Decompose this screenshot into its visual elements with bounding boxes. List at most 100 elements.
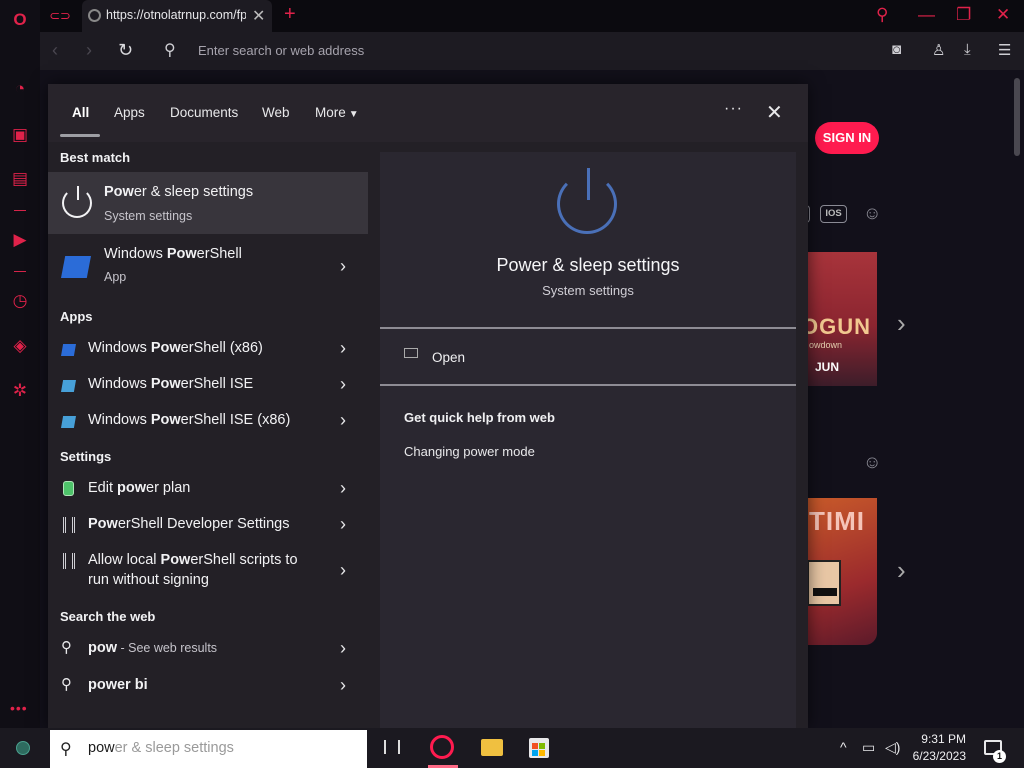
chevron-right-icon[interactable]: › <box>340 478 346 499</box>
opera-logo-icon[interactable]: O <box>9 9 31 31</box>
game-card[interactable]: OGUN owdown JUN <box>807 252 877 386</box>
powershell-icon <box>61 256 91 278</box>
restore-icon[interactable]: ❐ <box>956 5 971 25</box>
chevron-right-icon[interactable]: › <box>340 560 346 581</box>
taskbar-search-box[interactable]: ⚲ power & sleep settings <box>50 730 367 768</box>
carousel-next-icon[interactable]: › <box>897 308 906 339</box>
download-icon[interactable]: ⤓ <box>964 41 971 58</box>
more-icon[interactable]: ••• <box>10 700 28 716</box>
game-card-title: OGUN <box>807 314 871 339</box>
result-title: Windows PowerShell (x86) <box>88 340 263 356</box>
page-scrollbar[interactable] <box>1014 78 1020 156</box>
network-icon[interactable]: ▭ <box>862 739 875 756</box>
close-icon[interactable]: ✕ <box>766 100 783 125</box>
history-icon[interactable]: ◷ <box>9 290 31 312</box>
result-app[interactable]: Windows PowerShell (x86) › <box>48 332 368 366</box>
result-web[interactable]: ⚲ power bi › <box>48 669 368 703</box>
player-icon[interactable]: ▶ <box>9 229 31 251</box>
caret-down-icon: ▼ <box>348 109 359 120</box>
opera-sidebar: O ◔ ▣ ▤ ▶ ◷ ◈ ✲ ••• <box>0 0 40 728</box>
start-icon[interactable] <box>16 741 30 755</box>
sidebar-separator <box>14 210 26 211</box>
search-query[interactable]: power & sleep settings <box>88 740 234 756</box>
section-best-match: Best match <box>60 150 131 165</box>
powershell-ise-icon <box>61 380 76 392</box>
chevron-right-icon[interactable]: › <box>340 256 346 277</box>
game-card[interactable]: TIMI <box>807 498 877 645</box>
windows-search-panel: All Apps Documents Web More ▼ ··· ✕ Best … <box>48 84 808 728</box>
chevron-right-icon[interactable]: › <box>340 675 346 696</box>
quick-help-link[interactable]: Changing power mode <box>404 444 535 459</box>
open-icon <box>404 348 418 358</box>
open-action[interactable]: Open <box>432 350 465 365</box>
back-icon[interactable]: ‹ <box>52 40 58 61</box>
sign-in-button[interactable]: SIGN IN <box>815 122 879 154</box>
file-explorer-icon[interactable] <box>481 739 503 756</box>
chevron-right-icon[interactable]: › <box>340 338 346 359</box>
cube-icon[interactable]: ◈ <box>9 335 31 357</box>
search-tabs-icon[interactable]: ⚲ <box>876 5 888 25</box>
briefcase-icon[interactable]: ▣ <box>9 124 31 146</box>
chevron-right-icon[interactable]: › <box>340 410 346 431</box>
store-icon[interactable] <box>529 738 549 758</box>
volume-icon[interactable]: ◁) <box>885 739 900 756</box>
search-icon: ⚲ <box>60 741 72 758</box>
section-search-web: Search the web <box>60 609 156 624</box>
gamepad-icon[interactable]: ⊂⊃ <box>44 6 76 26</box>
tab-all[interactable]: All <box>72 105 89 120</box>
speed-dial-icon[interactable]: ◔ <box>9 78 31 100</box>
result-subtitle: App <box>104 270 127 284</box>
result-preview-pane: Power & sleep settings System settings O… <box>380 152 796 728</box>
address-field[interactable]: Enter search or web address <box>198 43 364 58</box>
chevron-up-icon[interactable]: ^ <box>840 739 847 755</box>
options-icon[interactable]: ··· <box>724 100 743 118</box>
result-app[interactable]: Windows PowerShell ISE › <box>48 368 368 402</box>
opera-taskbar-icon[interactable] <box>430 735 454 759</box>
account-icon[interactable]: ♙ <box>932 41 945 59</box>
result-title: Edit power plan <box>88 480 191 496</box>
smiley-icon[interactable]: ☺ <box>863 452 881 473</box>
chevron-right-icon[interactable]: › <box>340 638 346 659</box>
result-web[interactable]: ⚲ pow - See web results › <box>48 632 368 666</box>
result-windows-powershell[interactable]: Windows PowerShell App › <box>48 236 368 296</box>
results-list: Best match Power & sleep settings System… <box>48 142 368 728</box>
tab-more-label: More <box>315 105 346 120</box>
tab-active[interactable]: https://otnolatrnup.com/fp ✕ <box>82 0 272 32</box>
reload-icon[interactable]: ↻ <box>118 40 133 61</box>
result-app[interactable]: Windows PowerShell ISE (x86) › <box>48 404 368 438</box>
easy-setup-icon[interactable]: ☰ <box>998 41 1011 59</box>
task-view-icon[interactable] <box>384 740 400 754</box>
result-power-sleep-settings[interactable]: Power & sleep settings System settings <box>48 172 368 234</box>
close-window-icon[interactable]: ✕ <box>996 5 1010 25</box>
new-tab-icon[interactable]: + <box>284 3 296 26</box>
carousel-next-icon[interactable]: › <box>897 555 906 586</box>
tab-web[interactable]: Web <box>262 105 290 120</box>
camera-icon[interactable]: ◙ <box>892 41 901 58</box>
tab-documents[interactable]: Documents <box>170 105 238 120</box>
gear-icon[interactable]: ✲ <box>9 380 31 402</box>
tab-apps[interactable]: Apps <box>114 105 145 120</box>
twitch-icon[interactable]: ▤ <box>9 168 31 190</box>
tab-more[interactable]: More ▼ <box>315 105 359 120</box>
smiley-icon[interactable]: ☺ <box>863 203 881 224</box>
clock-time[interactable]: 9:31 PM <box>912 732 966 746</box>
result-setting[interactable]: PowerShell Developer Settings › <box>48 508 368 542</box>
result-setting[interactable]: Allow local PowerShell scripts to run wi… <box>48 544 368 596</box>
sunglasses-art <box>813 588 837 596</box>
game-card-date: JUN <box>815 360 840 374</box>
result-title: Power & sleep settings <box>104 184 254 200</box>
chevron-right-icon[interactable]: › <box>340 514 346 535</box>
preview-subtitle: System settings <box>542 283 634 298</box>
result-title: Windows PowerShell <box>104 246 242 262</box>
minimize-icon[interactable]: — <box>918 5 935 25</box>
forward-icon[interactable]: › <box>86 40 92 61</box>
chevron-right-icon[interactable]: › <box>340 374 346 395</box>
section-apps: Apps <box>60 309 93 324</box>
quick-help-heading: Get quick help from web <box>404 410 555 425</box>
clock-date[interactable]: 6/23/2023 <box>912 749 966 763</box>
result-setting[interactable]: Edit power plan › <box>48 472 368 506</box>
close-tab-icon[interactable]: ✕ <box>252 6 265 26</box>
section-settings: Settings <box>60 449 112 464</box>
game-card-subtitle: owdown <box>809 340 843 350</box>
result-title: PowerShell Developer Settings <box>88 516 290 532</box>
